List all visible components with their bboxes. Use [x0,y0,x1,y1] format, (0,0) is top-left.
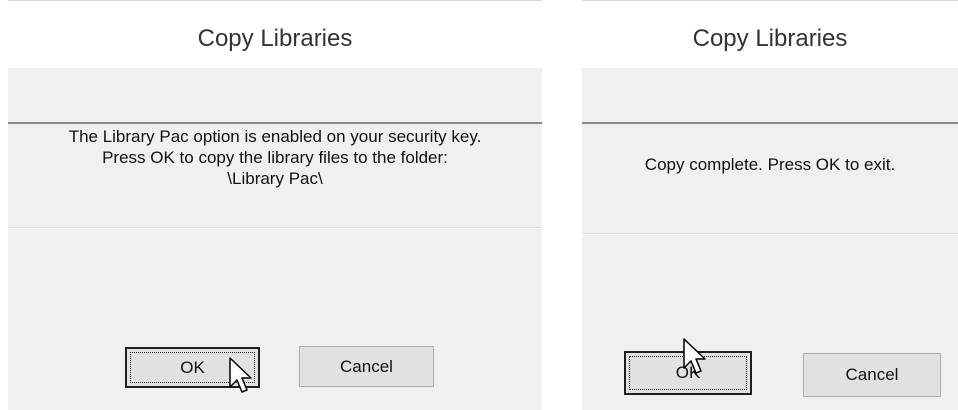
dialog-header-strip [582,68,958,122]
cancel-button[interactable]: Cancel [803,353,941,397]
message-text: Copy complete. Press OK to exit. [644,155,896,174]
cancel-button[interactable]: Cancel [299,346,434,387]
cancel-button-label: Cancel [845,365,899,384]
message-line-1: The Library Pac option is enabled on you… [68,127,482,146]
dialog-title-bar: Copy Libraries [8,0,542,69]
message-divider [582,233,958,235]
dialog-header-strip [8,68,542,122]
message-divider [8,227,542,229]
message-area: The Library Pac option is enabled on you… [8,124,542,228]
copy-libraries-dialog-prompt: Copy Libraries The Library Pac option is… [8,0,542,410]
dialog-title-bar: Copy Libraries [582,0,958,69]
copy-libraries-dialog-complete: Copy Libraries Copy complete. Press OK t… [582,0,958,410]
cancel-button-label: Cancel [340,356,393,376]
ok-button-label: OK [180,357,205,377]
message-area: Copy complete. Press OK to exit. [582,124,958,234]
dialog-title: Copy Libraries [197,25,353,52]
screenshot-canvas: Copy Libraries The Library Pac option is… [0,0,958,410]
mouse-pointer-icon [683,338,706,374]
dialog-title: Copy Libraries [692,25,848,52]
message-line-3: \Library Pac\ [227,169,323,188]
message-line-2: Press OK to copy the library files to th… [102,148,448,167]
mouse-pointer-icon [229,357,252,393]
